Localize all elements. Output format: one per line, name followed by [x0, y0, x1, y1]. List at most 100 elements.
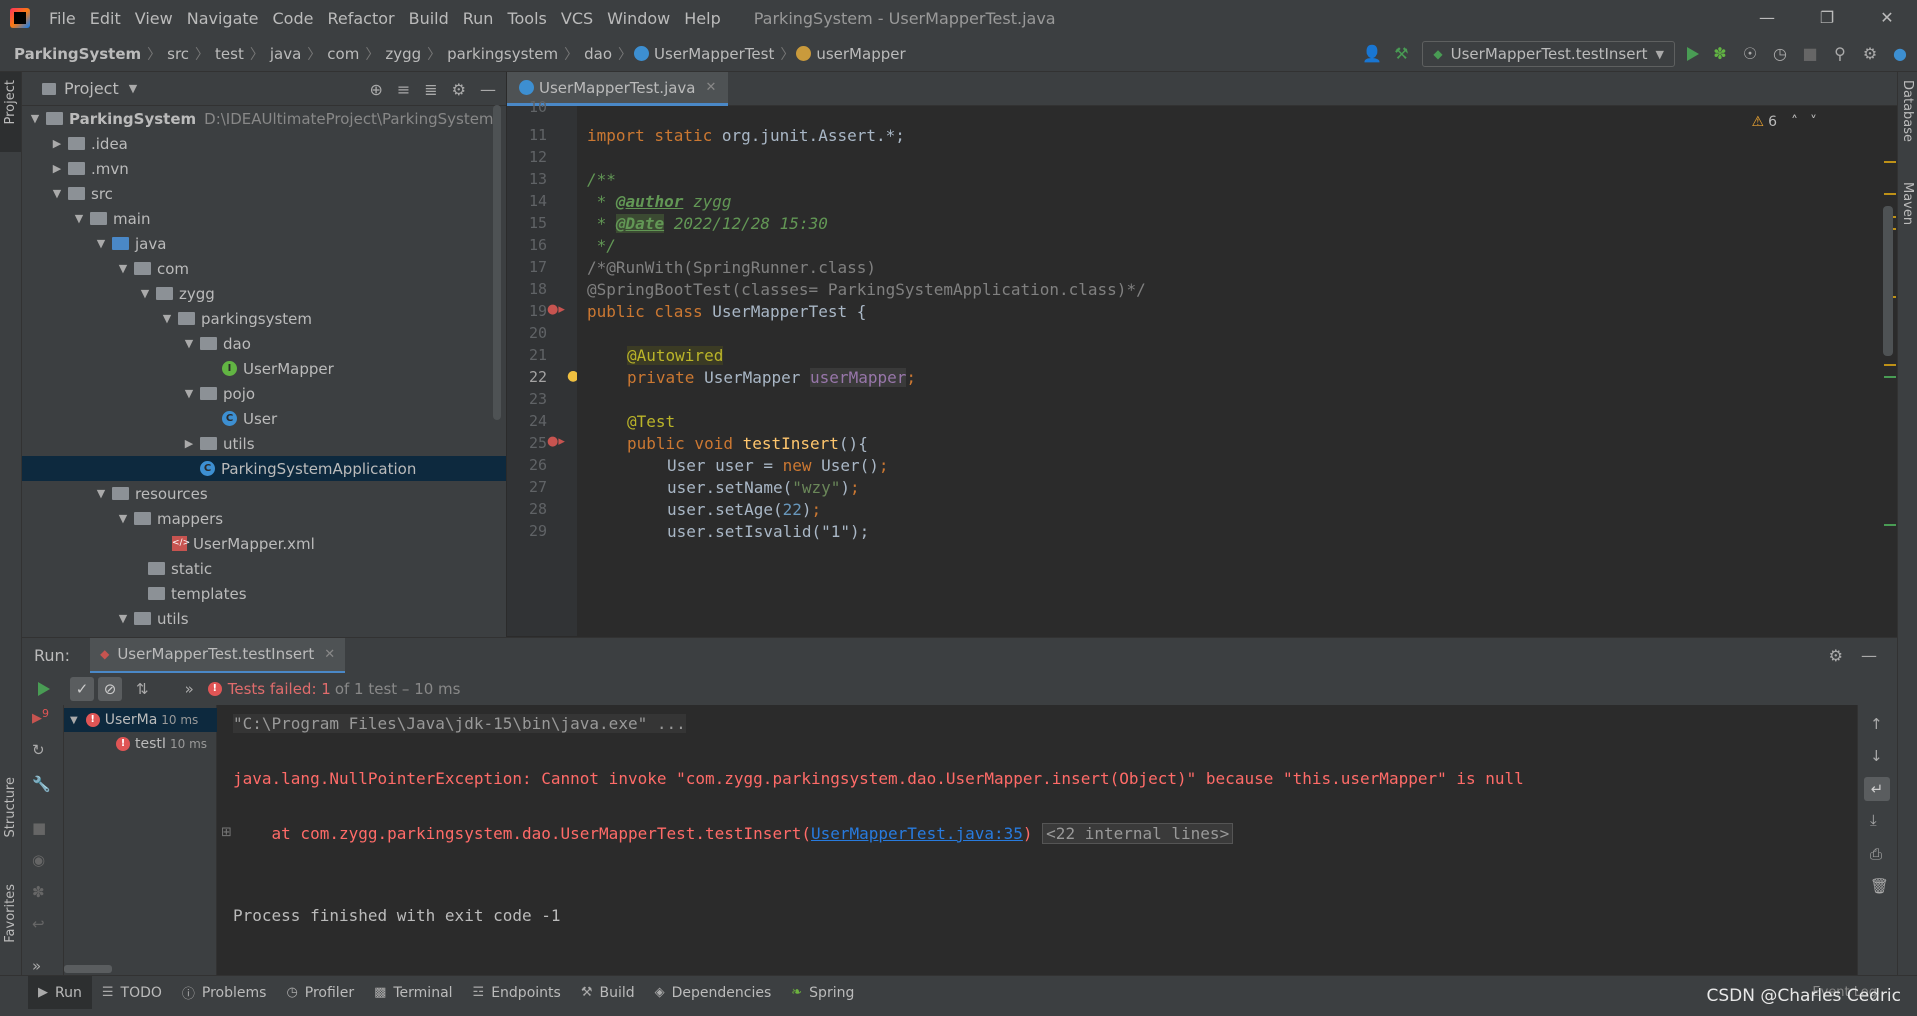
project-tool-button[interactable]: Project	[3, 80, 18, 124]
internal-lines-fold[interactable]: <22 internal lines>	[1042, 823, 1234, 844]
close-window-icon[interactable]: ✕	[1857, 0, 1917, 36]
profile-icon[interactable]: ◷	[1771, 45, 1789, 63]
run-tab[interactable]: ◆ UserMapperTest.testInsert ✕	[90, 637, 346, 674]
tree-item[interactable]: ▼ dao	[22, 331, 506, 356]
stop-icon[interactable]: ■	[32, 819, 46, 837]
run-gutter-icon[interactable]: ●▸	[547, 302, 565, 317]
warning-stripe-mark[interactable]	[1884, 364, 1896, 366]
breadcrumb-dao[interactable]: dao	[580, 45, 616, 63]
tree-item[interactable]: templates	[22, 581, 506, 606]
tree-item[interactable]: ▼ com	[22, 256, 506, 281]
restore-icon[interactable]: ❐	[1797, 0, 1857, 36]
run-gutter-icon[interactable]: ●▸	[547, 434, 565, 449]
exit-icon[interactable]: ↩	[32, 915, 45, 933]
change-stripe-mark[interactable]	[1884, 376, 1896, 378]
tool-endpoints[interactable]: ☲ Endpoints	[463, 976, 571, 1010]
menu-view[interactable]: View	[128, 9, 180, 28]
warning-stripe-mark[interactable]	[1884, 193, 1896, 195]
tree-item[interactable]: ▼ parkingsystem	[22, 306, 506, 331]
breadcrumb-parkingsystem[interactable]: parkingsystem	[443, 45, 562, 63]
tool-profiler[interactable]: ◷ Profiler	[276, 976, 364, 1010]
coverage-icon[interactable]: ☉	[1741, 45, 1759, 63]
breadcrumb-project[interactable]: ParkingSystem	[0, 45, 145, 63]
tree-item[interactable]: ▼ main	[22, 206, 506, 231]
breadcrumb-com[interactable]: com	[323, 45, 363, 63]
menu-edit[interactable]: Edit	[83, 9, 128, 28]
tree-item[interactable]: ▼ java	[22, 231, 506, 256]
soft-wrap-icon[interactable]: ↵	[1864, 777, 1890, 801]
scroll-thumb[interactable]	[1883, 206, 1893, 356]
locate-icon[interactable]: ⊕	[369, 80, 382, 99]
expand-icon[interactable]: ⊞	[221, 825, 232, 840]
tree-item[interactable]: ▼ pojo	[22, 381, 506, 406]
tree-item[interactable]: ▼ resources	[22, 481, 506, 506]
stack-trace-link[interactable]: UserMapperTest.java:35	[811, 824, 1023, 843]
warning-stripe-mark[interactable]	[1884, 161, 1896, 163]
print-icon[interactable]: ⎙	[1870, 845, 1882, 863]
debug-icon[interactable]: ✽	[1711, 45, 1729, 63]
breadcrumb-test[interactable]: test	[211, 45, 248, 63]
build-hammer-icon[interactable]: ⚒	[1392, 45, 1410, 63]
tree-item[interactable]: static	[22, 556, 506, 581]
tool-dependencies[interactable]: ◈ Dependencies	[645, 976, 782, 1010]
change-stripe-mark[interactable]	[1884, 524, 1896, 526]
tree-item-selected[interactable]: C ParkingSystemApplication	[22, 456, 506, 481]
tree-item[interactable]: ▼ zygg	[22, 281, 506, 306]
structure-tool-button[interactable]: Structure	[3, 777, 18, 837]
wrench-icon[interactable]: 🔧	[32, 775, 51, 793]
search-icon[interactable]: ⚲	[1831, 45, 1849, 63]
sort-icon[interactable]: ⇅	[136, 680, 149, 698]
show-ignored-icon[interactable]: ⊘	[98, 677, 122, 701]
menu-tools[interactable]: Tools	[500, 9, 553, 28]
run-config-selector[interactable]: ◆ UserMapperTest.testInsert ▼	[1422, 41, 1675, 67]
menu-refactor[interactable]: Refactor	[320, 9, 401, 28]
tree-item[interactable]: ▶ .idea	[22, 131, 506, 156]
project-scrollbar[interactable]	[493, 105, 501, 420]
minimize-icon[interactable]: —	[1737, 0, 1797, 36]
tree-item[interactable]: I UserMapper	[22, 356, 506, 381]
more-icon[interactable]: »	[185, 680, 194, 698]
tool-todo[interactable]: ☰ TODO	[92, 976, 172, 1010]
breadcrumb-zygg[interactable]: zygg	[381, 45, 425, 63]
menu-run[interactable]: Run	[456, 9, 501, 28]
test-tree-item[interactable]: ! testI 10 ms	[64, 732, 217, 756]
rerun-icon[interactable]	[38, 682, 50, 696]
tool-build[interactable]: ⚒ Build	[571, 976, 645, 1010]
database-tool-button[interactable]: Database	[1900, 80, 1915, 142]
maven-tool-button[interactable]: Maven	[1900, 182, 1915, 225]
gear-icon[interactable]: ⚙	[1829, 646, 1843, 665]
menu-vcs[interactable]: VCS	[554, 9, 600, 28]
menu-help[interactable]: Help	[677, 9, 727, 28]
jetbrains-toolbox-icon[interactable]: ●	[1891, 45, 1909, 63]
tree-item[interactable]: </> UserMapper.xml	[22, 531, 506, 556]
tool-spring[interactable]: ❧ Spring	[781, 976, 864, 1010]
inspection-widget[interactable]: ⚠ 6 ˄ ˅	[1752, 114, 1817, 130]
breadcrumb-src[interactable]: src	[163, 45, 193, 63]
tool-terminal[interactable]: ▩ Terminal	[364, 976, 462, 1010]
hide-icon[interactable]: —	[1861, 646, 1877, 665]
close-icon[interactable]: ✕	[706, 80, 717, 95]
tree-item[interactable]: ▶ utils	[22, 431, 506, 456]
toggle-auto-test-icon[interactable]: ↻	[32, 741, 45, 759]
tree-item[interactable]: ▶ .mvn	[22, 156, 506, 181]
chevron-down-icon[interactable]: ˅	[1810, 114, 1817, 130]
camera-icon[interactable]: ◉	[32, 851, 45, 869]
scroll-to-end-icon[interactable]: ⤓	[1870, 811, 1877, 829]
chevron-up-icon[interactable]: ˄	[1791, 114, 1798, 130]
menu-navigate[interactable]: Navigate	[180, 9, 266, 28]
gear-icon[interactable]: ⚙	[1861, 45, 1879, 63]
tree-item[interactable]: ▼ src	[22, 181, 506, 206]
menu-file[interactable]: File	[42, 9, 83, 28]
tree-item[interactable]: ▼ mappers	[22, 506, 506, 531]
close-icon[interactable]: ✕	[324, 647, 335, 662]
run-icon[interactable]	[1687, 47, 1699, 61]
breadcrumb-java[interactable]: java	[266, 45, 305, 63]
collapse-all-icon[interactable]: ≣	[424, 80, 437, 99]
hide-icon[interactable]: —	[480, 80, 496, 99]
arrow-up-icon[interactable]: ↑	[1870, 715, 1883, 733]
breadcrumb-class[interactable]: UserMapperTest	[654, 45, 778, 63]
test-tree-item[interactable]: ▼ ! UserMa 10 ms	[64, 708, 217, 732]
arrow-down-icon[interactable]: ↓	[1870, 747, 1883, 765]
expand-all-icon[interactable]: ≡	[397, 80, 410, 99]
tool-run[interactable]: ▶ Run	[28, 975, 92, 1010]
